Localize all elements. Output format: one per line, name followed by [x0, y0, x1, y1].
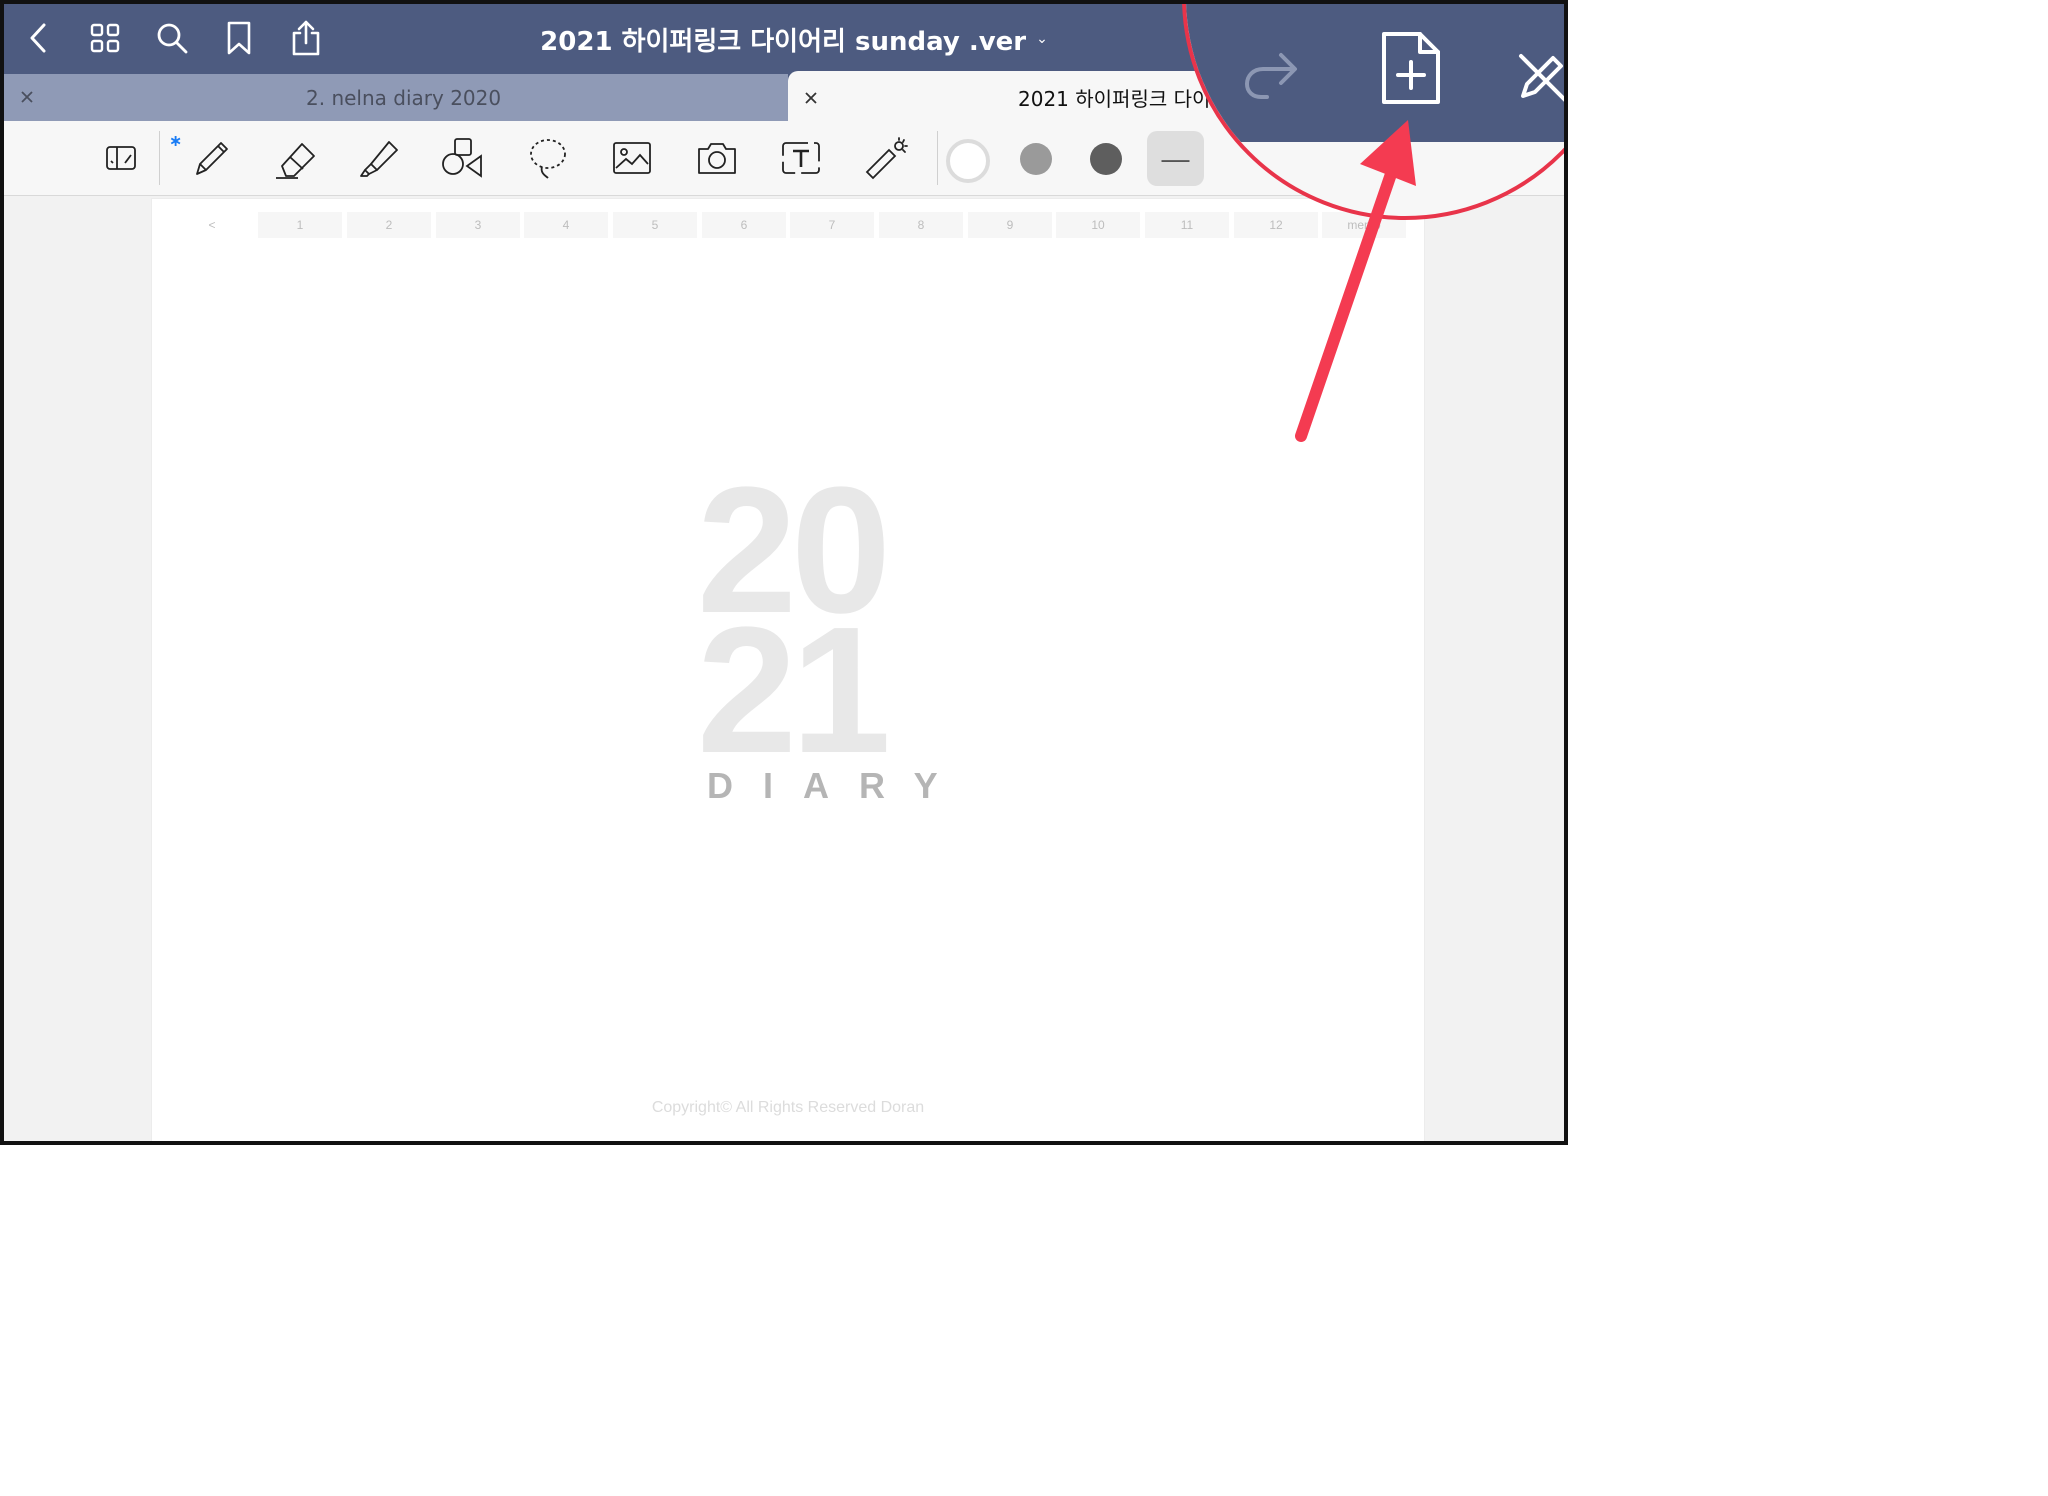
shapes-icon[interactable]	[438, 135, 488, 181]
close-icon	[21, 91, 33, 103]
cover-title: 20 21 DIARY	[691, 461, 968, 807]
year-bottom: 21	[696, 590, 891, 791]
month-link-6[interactable]: 6	[702, 212, 786, 238]
month-link-row: < 1 2 3 4 5 6 7 8 9 10 11 12 memo	[166, 212, 1410, 238]
month-link-12[interactable]: 12	[1234, 212, 1318, 238]
bluetooth-icon: ∗	[169, 133, 183, 150]
month-link-5[interactable]: 5	[613, 212, 697, 238]
eraser-icon[interactable]	[271, 135, 321, 181]
lasso-icon[interactable]	[523, 135, 573, 181]
tab-close-button[interactable]	[800, 87, 822, 109]
back-icon[interactable]	[16, 16, 60, 60]
stroke-label: —	[1161, 142, 1190, 174]
read-mode-icon[interactable]	[96, 135, 146, 181]
close-icon	[805, 92, 817, 104]
document-title-text: 2021 하이퍼링크 다이어리 sunday .ver	[540, 26, 1027, 57]
diary-word: DIARY	[707, 765, 968, 806]
add-page-icon[interactable]	[1376, 28, 1446, 108]
toolbar-divider	[937, 131, 938, 185]
color-swatch-dark[interactable]	[1090, 143, 1122, 175]
laser-pointer-icon[interactable]	[860, 135, 910, 181]
month-link-8[interactable]: 8	[879, 212, 963, 238]
chevron-down-icon: ⌄	[1036, 31, 1048, 47]
pen-icon[interactable]	[186, 135, 236, 181]
tab-nelna-diary[interactable]: 2. nelna diary 2020	[4, 74, 788, 121]
redo-icon[interactable]	[1238, 33, 1308, 113]
bookmark-icon[interactable]	[217, 16, 261, 60]
month-link-9[interactable]: 9	[968, 212, 1052, 238]
app-window: 2021 하이퍼링크 다이어리 sunday .ver ⌄ 2. nelna d…	[0, 0, 1568, 1145]
color-swatch-gray[interactable]	[1020, 143, 1052, 175]
tab-close-button[interactable]	[16, 86, 38, 108]
text-box-icon[interactable]	[776, 135, 826, 181]
share-icon[interactable]	[284, 16, 328, 60]
tab-label: 2. nelna diary 2020	[306, 85, 502, 110]
pen-off-icon[interactable]	[1508, 36, 1564, 116]
notebook-page[interactable]: < 1 2 3 4 5 6 7 8 9 10 11 12 memo 20 21 …	[152, 199, 1424, 1141]
month-link-2[interactable]: 2	[347, 212, 431, 238]
color-swatch-light[interactable]	[946, 139, 990, 183]
prev-link[interactable]: <	[170, 212, 254, 238]
grid-icon[interactable]	[83, 16, 127, 60]
toolbar-divider	[159, 131, 160, 185]
page-content: < 1 2 3 4 5 6 7 8 9 10 11 12 memo 20 21 …	[166, 209, 1410, 1139]
month-link-4[interactable]: 4	[524, 212, 608, 238]
search-icon[interactable]	[150, 16, 194, 60]
highlighter-icon[interactable]	[354, 135, 404, 181]
camera-icon[interactable]	[692, 135, 742, 181]
month-link-3[interactable]: 3	[436, 212, 520, 238]
document-title[interactable]: 2021 하이퍼링크 다이어리 sunday .ver ⌄	[540, 4, 1048, 74]
month-link-1[interactable]: 1	[258, 212, 342, 238]
image-icon[interactable]	[607, 135, 657, 181]
month-link-11[interactable]: 11	[1145, 212, 1229, 238]
month-link-7[interactable]: 7	[790, 212, 874, 238]
month-link-10[interactable]: 10	[1056, 212, 1140, 238]
copyright-text: Copyright© All Rights Reserved Doran	[651, 1099, 925, 1116]
